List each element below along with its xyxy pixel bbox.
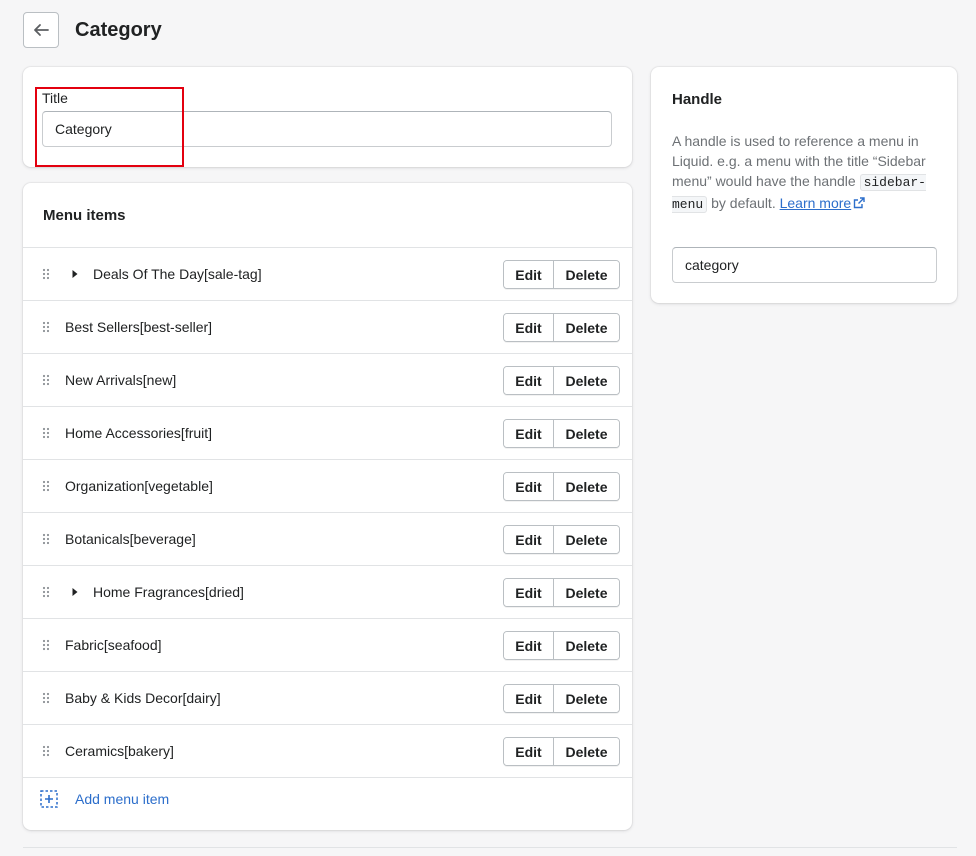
menu-item-label: Ceramics[bakery] — [65, 743, 174, 759]
menu-item-row: Home Accessories[fruit] Edit Delete — [23, 407, 632, 460]
menu-item-row: Organization[vegetable] Edit Delete — [23, 460, 632, 513]
drag-handle-icon[interactable] — [41, 586, 51, 598]
caret-right-icon[interactable] — [71, 269, 79, 279]
menu-item-actions: Edit Delete — [503, 472, 620, 501]
edit-button[interactable]: Edit — [504, 738, 554, 765]
menu-item-actions: Edit Delete — [503, 313, 620, 342]
delete-button[interactable]: Delete — [554, 420, 619, 447]
delete-button[interactable]: Delete — [554, 632, 619, 659]
menu-items-card: Menu items Deals Of The Day[sale-tag] Edi… — [23, 183, 632, 830]
menu-item-actions: Edit Delete — [503, 684, 620, 713]
menu-item-label: Deals Of The Day[sale-tag] — [93, 266, 262, 282]
edit-button[interactable]: Edit — [504, 526, 554, 553]
menu-item-row: Ceramics[bakery] Edit Delete — [23, 725, 632, 778]
delete-button[interactable]: Delete — [554, 367, 619, 394]
handle-description: A handle is used to reference a menu in … — [672, 131, 942, 215]
menu-item-label: Home Fragrances[dried] — [93, 584, 244, 600]
drag-handle-icon[interactable] — [41, 321, 51, 333]
drag-handle-icon[interactable] — [41, 745, 51, 757]
page-header: Category — [23, 12, 162, 48]
edit-button[interactable]: Edit — [504, 420, 554, 447]
title-card: Title — [23, 67, 632, 167]
menu-item-row: Deals Of The Day[sale-tag] Edit Delete — [23, 248, 632, 301]
page-title: Category — [75, 18, 162, 41]
arrow-left-icon — [34, 24, 49, 36]
menu-item-actions: Edit Delete — [503, 631, 620, 660]
menu-item-label: Botanicals[beverage] — [65, 531, 196, 547]
menu-items-list: Deals Of The Day[sale-tag] Edit Delete Best… — [23, 247, 632, 778]
external-link-icon[interactable] — [853, 197, 865, 209]
drag-handle-icon[interactable] — [41, 480, 51, 492]
title-input[interactable] — [42, 111, 612, 147]
menu-item-actions: Edit Delete — [503, 366, 620, 395]
drag-handle-icon[interactable] — [41, 374, 51, 386]
learn-more-label[interactable]: Learn more — [780, 195, 852, 211]
drag-handle-icon[interactable] — [41, 639, 51, 651]
menu-item-actions: Edit Delete — [503, 525, 620, 554]
handle-desc-text-2: by default. — [707, 195, 780, 211]
learn-more-link[interactable]: Learn more — [780, 195, 866, 211]
handle-heading: Handle — [672, 91, 723, 108]
delete-button[interactable]: Delete — [554, 579, 619, 606]
handle-card: Handle A handle is used to reference a m… — [651, 67, 957, 303]
menu-item-label: Organization[vegetable] — [65, 478, 213, 494]
menu-item-actions: Edit Delete — [503, 260, 620, 289]
title-label: Title — [42, 90, 68, 106]
menu-item-row: Fabric[seafood] Edit Delete — [23, 619, 632, 672]
delete-button[interactable]: Delete — [554, 473, 619, 500]
delete-button[interactable]: Delete — [554, 526, 619, 553]
handle-input[interactable] — [672, 247, 937, 283]
menu-item-row: New Arrivals[new] Edit Delete — [23, 354, 632, 407]
page-divider — [23, 847, 957, 848]
caret-right-icon[interactable] — [71, 587, 79, 597]
delete-button[interactable]: Delete — [554, 314, 619, 341]
edit-button[interactable]: Edit — [504, 314, 554, 341]
edit-button[interactable]: Edit — [504, 579, 554, 606]
edit-button[interactable]: Edit — [504, 261, 554, 288]
menu-item-row: Botanicals[beverage] Edit Delete — [23, 513, 632, 566]
edit-button[interactable]: Edit — [504, 685, 554, 712]
add-menu-item-link[interactable]: Add menu item — [75, 791, 169, 807]
drag-handle-icon[interactable] — [41, 427, 51, 439]
menu-item-label: Baby & Kids Decor[dairy] — [65, 690, 221, 706]
menu-item-label: Best Sellers[best-seller] — [65, 319, 213, 335]
menu-item-row: Home Fragrances[dried] Edit Delete — [23, 566, 632, 619]
edit-button[interactable]: Edit — [504, 473, 554, 500]
menu-item-actions: Edit Delete — [503, 419, 620, 448]
menu-item-actions: Edit Delete — [503, 578, 620, 607]
edit-button[interactable]: Edit — [504, 367, 554, 394]
add-menu-item-row[interactable]: Add menu item — [23, 777, 632, 830]
menu-item-row: Baby & Kids Decor[dairy] Edit Delete — [23, 672, 632, 725]
menu-item-label: Fabric[seafood] — [65, 637, 162, 653]
menu-item-label: Home Accessories[fruit] — [65, 425, 213, 441]
back-button[interactable] — [23, 12, 59, 48]
drag-handle-icon[interactable] — [41, 533, 51, 545]
add-icon[interactable] — [40, 790, 58, 808]
menu-items-heading: Menu items — [43, 207, 126, 224]
menu-item-row: Best Sellers[best-seller] Edit Delete — [23, 301, 632, 354]
delete-button[interactable]: Delete — [554, 738, 619, 765]
edit-button[interactable]: Edit — [504, 632, 554, 659]
drag-handle-icon[interactable] — [41, 692, 51, 704]
drag-handle-icon[interactable] — [41, 268, 51, 280]
delete-button[interactable]: Delete — [554, 261, 619, 288]
delete-button[interactable]: Delete — [554, 685, 619, 712]
menu-item-actions: Edit Delete — [503, 737, 620, 766]
menu-item-label: New Arrivals[new] — [65, 372, 177, 388]
